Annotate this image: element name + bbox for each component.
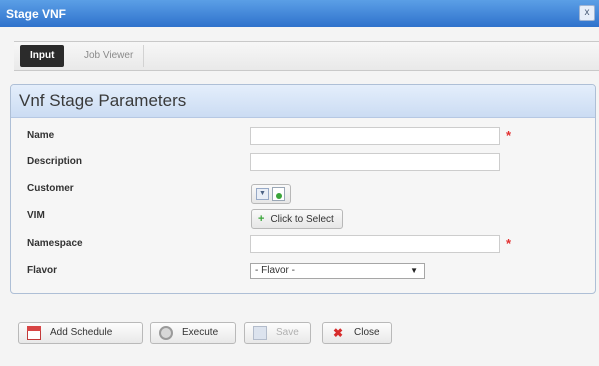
description-input[interactable] xyxy=(250,153,500,171)
flavor-selected-value: - Flavor - xyxy=(255,265,295,276)
stage-vnf-dialog: Stage VNF x Input Job Viewer Vnf Stage P… xyxy=(0,0,599,366)
tab-input[interactable]: Input xyxy=(20,45,65,67)
customer-lookup-icon xyxy=(272,187,285,201)
save-label: Save xyxy=(276,327,299,338)
namespace-label: Namespace xyxy=(27,238,83,249)
namespace-input[interactable] xyxy=(250,235,500,253)
save-button[interactable]: Save xyxy=(244,322,311,344)
name-input[interactable] xyxy=(250,127,500,145)
close-label: Close xyxy=(354,327,380,338)
flavor-label: Flavor xyxy=(27,265,58,276)
execute-button[interactable]: Execute xyxy=(150,322,236,344)
title-bar: Stage VNF x xyxy=(0,0,599,27)
close-button[interactable]: ✖ Close xyxy=(322,322,392,344)
panel-title: Vnf Stage Parameters xyxy=(19,91,187,110)
add-schedule-label: Add Schedule xyxy=(50,327,113,338)
tab-bar: Input Job Viewer xyxy=(14,41,599,71)
gear-icon xyxy=(159,326,173,340)
dropdown-icon: ▼ xyxy=(256,188,269,200)
window-close-button[interactable]: x xyxy=(579,5,595,21)
vim-click-to-select-button[interactable]: + Click to Select xyxy=(251,209,343,229)
plus-icon: + xyxy=(258,213,265,225)
vnf-stage-parameters-panel: Vnf Stage Parameters Name * Description … xyxy=(10,84,596,294)
name-label: Name xyxy=(27,130,55,141)
description-label: Description xyxy=(27,156,83,167)
customer-select-button[interactable]: ▼ xyxy=(251,184,291,204)
panel-header: Vnf Stage Parameters xyxy=(11,85,595,118)
calendar-icon xyxy=(27,326,41,340)
floppy-disk-icon xyxy=(253,326,267,340)
customer-label: Customer xyxy=(27,183,74,194)
add-schedule-button[interactable]: Add Schedule xyxy=(18,322,143,344)
window-title: Stage VNF xyxy=(6,7,67,21)
namespace-required-marker: * xyxy=(506,236,512,251)
chevron-down-icon: ▼ xyxy=(410,266,418,275)
close-x-icon: ✖ xyxy=(332,326,344,340)
execute-label: Execute xyxy=(182,327,219,338)
tab-job-viewer[interactable]: Job Viewer xyxy=(74,45,145,67)
name-required-marker: * xyxy=(506,128,512,143)
flavor-dropdown[interactable]: - Flavor - ▼ xyxy=(250,263,425,279)
vim-label: VIM xyxy=(27,210,45,221)
vim-button-label: Click to Select xyxy=(270,214,334,225)
